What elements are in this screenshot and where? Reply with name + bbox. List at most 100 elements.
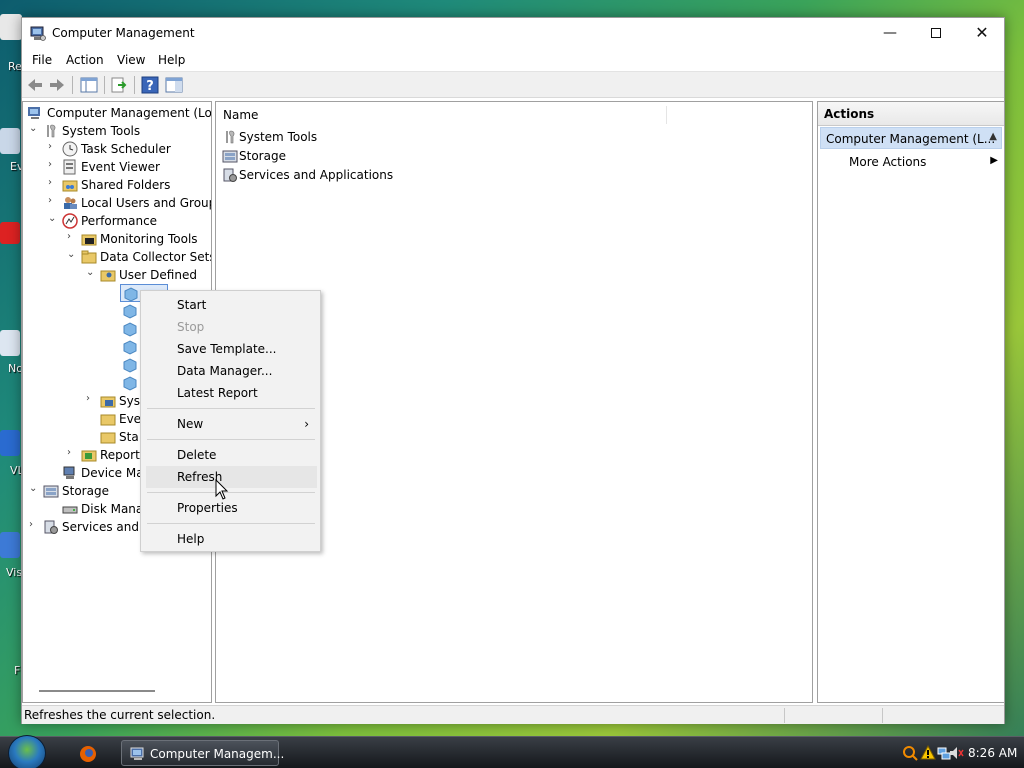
chevron-down-icon[interactable]: ⌄	[29, 123, 41, 134]
actions-header: Actions	[818, 102, 1004, 126]
context-menu-delete[interactable]: Delete	[146, 444, 317, 466]
menu-action[interactable]: Action	[66, 53, 104, 67]
column-header[interactable]: Name	[216, 102, 812, 128]
svg-text:?: ?	[146, 79, 154, 94]
chevron-down-icon[interactable]: ⌄	[67, 249, 79, 260]
chevron-right-icon[interactable]: ›	[48, 159, 60, 170]
clock-icon	[62, 141, 78, 157]
storage-icon	[43, 485, 59, 498]
collapse-up-icon[interactable]: ▲	[989, 131, 997, 142]
context-menu-start[interactable]: Start	[146, 294, 317, 316]
tree-item-collector-set[interactable]	[122, 320, 142, 338]
window-title: Computer Management	[52, 26, 195, 40]
collector-set-icon	[123, 304, 137, 319]
context-menu-stop: Stop	[177, 320, 205, 334]
computer-management-icon	[30, 26, 46, 41]
performance-icon	[62, 213, 78, 229]
monitoring-tools-icon	[81, 234, 97, 246]
maximize-button[interactable]	[913, 18, 959, 48]
desktop-icon[interactable]	[0, 532, 20, 558]
warning-tray-icon[interactable]	[920, 745, 936, 761]
status-bar: Refreshes the current selection.	[22, 705, 1004, 724]
context-menu-latest-report[interactable]: Latest Report	[146, 382, 317, 404]
menu-separator	[147, 523, 315, 524]
mouse-cursor-icon	[215, 479, 229, 500]
chevron-down-icon[interactable]: ⌄	[29, 483, 41, 494]
menu-file[interactable]: File	[32, 53, 52, 67]
tree-item-collector-set[interactable]	[122, 338, 142, 356]
more-actions-item[interactable]: More Actions	[849, 155, 926, 169]
actions-pane: Actions Computer Management (L... ▲ More…	[817, 101, 1005, 703]
chevron-right-icon[interactable]: ›	[86, 393, 98, 404]
show-hide-console-tree-icon[interactable]	[79, 75, 99, 95]
collector-set-icon	[123, 358, 137, 373]
context-menu: Start Stop Save Template... Data Manager…	[140, 290, 321, 552]
device-manager-icon	[63, 466, 75, 479]
system-tools-icon	[226, 130, 235, 144]
context-menu-data-manager[interactable]: Data Manager...	[146, 360, 317, 382]
reports-folder-icon	[81, 450, 97, 462]
chevron-down-icon[interactable]: ⌄	[48, 213, 60, 224]
chevron-right-icon[interactable]: ›	[67, 231, 79, 242]
collector-set-icon	[123, 376, 137, 391]
services-icon	[44, 520, 58, 534]
toolbar: ?	[22, 71, 1004, 98]
back-arrow-icon[interactable]	[25, 75, 45, 95]
actions-section-computer-management[interactable]: Computer Management (L... ▲	[820, 127, 1002, 149]
menu-view[interactable]: View	[117, 53, 145, 67]
context-menu-properties[interactable]: Properties	[146, 497, 317, 519]
chevron-right-icon[interactable]: ›	[29, 519, 41, 530]
status-divider	[882, 708, 883, 723]
start-button[interactable]	[8, 735, 46, 768]
context-menu-help[interactable]: Help	[146, 528, 317, 550]
actions-section-label: Computer Management (L...	[826, 132, 996, 146]
desktop-icon[interactable]	[0, 330, 20, 356]
chevron-down-icon[interactable]: ⌄	[86, 267, 98, 278]
horizontal-scrollbar[interactable]	[39, 690, 155, 692]
collector-set-icon	[123, 340, 137, 355]
context-menu-save-template[interactable]: Save Template...	[146, 338, 317, 360]
show-hide-action-pane-icon[interactable]	[164, 75, 184, 95]
taskbar-computer-management[interactable]: Computer Managem...	[121, 740, 284, 766]
tree-item-collector-set[interactable]	[122, 356, 142, 374]
chevron-right-icon[interactable]: ›	[48, 177, 60, 188]
folder-icon	[100, 414, 116, 426]
taskbar: Computer Managem... 8:26 AM	[0, 735, 1024, 768]
search-tray-icon[interactable]	[902, 745, 918, 761]
column-divider[interactable]	[666, 106, 667, 124]
desktop-icon[interactable]	[0, 430, 20, 456]
chevron-right-icon[interactable]: ›	[67, 447, 79, 458]
chevron-right-icon[interactable]: ›	[48, 141, 60, 152]
desktop-icon[interactable]	[0, 128, 20, 154]
column-name[interactable]: Name	[223, 108, 258, 122]
shared-folder-icon	[62, 180, 78, 192]
system-tools-icon	[47, 124, 56, 138]
folder-icon	[100, 432, 116, 444]
disk-management-icon	[62, 506, 78, 514]
desktop-icon[interactable]	[0, 14, 22, 40]
clock[interactable]: 8:26 AM	[968, 746, 1017, 760]
maximize-icon	[931, 28, 941, 38]
storage-icon	[222, 150, 238, 163]
firefox-icon[interactable]	[78, 744, 98, 764]
tree-item-collector-set[interactable]	[122, 374, 142, 392]
help-icon[interactable]: ?	[140, 75, 160, 95]
status-divider	[784, 708, 785, 723]
context-menu-new[interactable]: New ›	[146, 413, 317, 435]
toolbar-separator	[104, 76, 105, 94]
chevron-right-icon[interactable]: ›	[48, 195, 60, 206]
export-list-icon[interactable]	[109, 75, 129, 95]
context-menu-refresh[interactable]: Refresh	[146, 466, 317, 488]
minimize-button[interactable]: —	[867, 18, 913, 48]
title-bar[interactable]: Computer Management — ✕	[22, 18, 1004, 49]
submenu-arrow-icon[interactable]: ▶	[990, 155, 998, 166]
close-button[interactable]: ✕	[959, 18, 1005, 48]
folder-icon	[81, 250, 97, 264]
volume-muted-icon[interactable]	[948, 745, 964, 761]
desktop-icon[interactable]	[0, 222, 20, 244]
menu-help[interactable]: Help	[158, 53, 185, 67]
forward-arrow-icon[interactable]	[47, 75, 67, 95]
toolbar-separator	[72, 76, 73, 94]
tree-item-collector-set[interactable]	[122, 302, 142, 320]
desktop-icon-label: Vis	[6, 566, 23, 579]
